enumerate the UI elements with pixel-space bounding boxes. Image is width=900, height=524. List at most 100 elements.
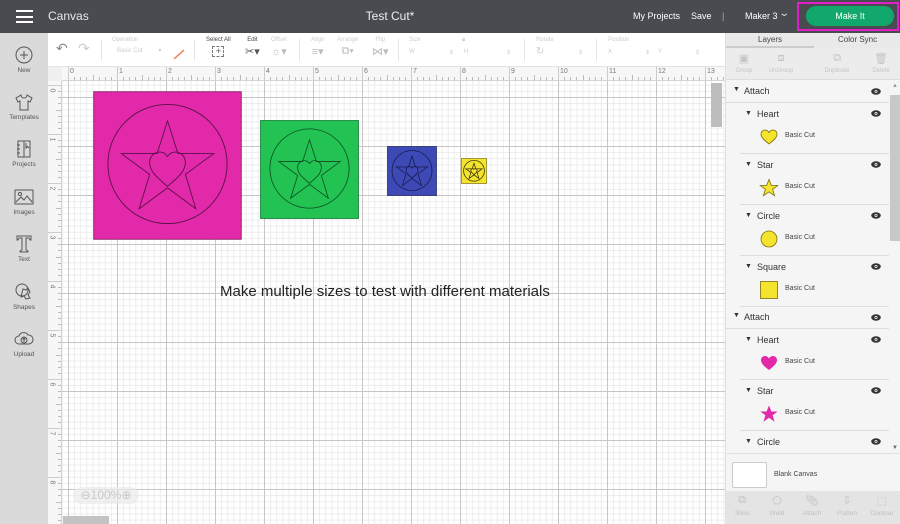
sidebar-item-projects[interactable]: Projects	[0, 138, 48, 168]
ruler-minor-tick	[521, 77, 523, 80]
rotate-control[interactable]: Rotate ↻ ⇕	[536, 37, 596, 57]
contour-button[interactable]: ⬚ Contour	[864, 494, 900, 517]
make-it-button[interactable]: Make It	[806, 6, 894, 26]
stepper-icon[interactable]: ⇕	[645, 49, 650, 56]
ruler-minor-tick	[58, 336, 61, 338]
align-button[interactable]: Align ≡▾	[311, 37, 324, 58]
zoom-in-button[interactable]: ⊕	[121, 488, 131, 502]
stepper-icon[interactable]: ⇕	[578, 49, 583, 56]
layer-group[interactable]: ▼ Attach	[726, 307, 889, 329]
ruler-minor-tick	[392, 77, 394, 80]
weld-button[interactable]: ⬠ Weld	[759, 494, 795, 517]
layers-scrollbar[interactable]	[890, 95, 900, 241]
caret-down-icon[interactable]: ▼	[745, 438, 752, 445]
edit-label: Edit	[247, 37, 258, 43]
stepper-icon[interactable]: ⇕	[506, 49, 511, 56]
eye-icon[interactable]	[871, 437, 881, 445]
caret-down-icon[interactable]: ▼	[745, 212, 752, 219]
select-all-button[interactable]: Select All +	[206, 37, 231, 57]
arrange-button[interactable]: Arrange ⧉▾	[337, 37, 358, 58]
operation-value: Basic Cut	[117, 48, 143, 54]
layer-item[interactable]: ▼ Star Basic Cut	[740, 154, 889, 205]
ruler-minor-tick	[58, 97, 61, 99]
eye-icon[interactable]	[871, 87, 881, 95]
design-large[interactable]	[93, 91, 242, 240]
caret-down-icon[interactable]: ▼	[745, 110, 752, 117]
my-projects-link[interactable]: My Projects	[633, 11, 680, 21]
flip-button[interactable]: Flip ⋈▾	[372, 37, 389, 58]
delete-button[interactable]: 🗑︎ Delete	[861, 52, 900, 74]
caret-down-icon[interactable]: ▼	[733, 312, 740, 319]
tab-layers[interactable]: Layers	[758, 35, 782, 44]
ruler-minor-tick	[58, 489, 61, 491]
eye-icon[interactable]	[871, 211, 881, 219]
save-button[interactable]: Save	[691, 11, 712, 21]
offset-button[interactable]: Offset ☼▾	[271, 37, 287, 58]
pen-color-icon[interactable]	[172, 48, 186, 60]
lock-icon[interactable]: 🔒︎	[462, 37, 465, 44]
layer-item[interactable]: ▼ Circle Basic Cut	[740, 205, 889, 256]
sidebar-item-text[interactable]: Text	[0, 233, 48, 263]
design-medium[interactable]	[260, 120, 359, 219]
design-canvas[interactable]: Make multiple sizes to test with differe…	[62, 81, 725, 524]
layer-item[interactable]: ▼ Square Basic Cut	[740, 256, 889, 307]
redo-button[interactable]: ↷	[78, 40, 90, 57]
undo-button[interactable]: ↶	[56, 40, 68, 57]
layer-group[interactable]: ▼ Attach	[726, 81, 889, 103]
layer-item[interactable]: ▼ Heart Basic Cut	[740, 103, 889, 154]
sidebar-label: Templates	[9, 114, 39, 121]
duplicate-button[interactable]: ⧉ Duplicate	[817, 52, 857, 74]
eye-icon[interactable]	[871, 386, 881, 394]
caret-down-icon[interactable]: ▼	[745, 336, 752, 343]
caret-down-icon[interactable]: ▼	[733, 86, 740, 93]
caret-down-icon[interactable]: ▼	[745, 161, 752, 168]
chevron-down-icon[interactable]: ⌄	[778, 8, 790, 19]
caret-down-icon[interactable]: ▼	[745, 387, 752, 394]
ruler-minor-tick	[288, 75, 290, 80]
layer-name: Star	[757, 386, 774, 396]
scroll-up-arrow-icon[interactable]: ▲	[892, 83, 898, 89]
stepper-icon[interactable]: ⇕	[449, 49, 454, 56]
ruler-corner	[48, 67, 62, 81]
ungroup-button[interactable]: ⧈ UnGroup	[761, 52, 801, 74]
tab-color-sync[interactable]: Color Sync	[838, 35, 877, 44]
flatten-button[interactable]: ⇩ Flatten	[829, 494, 865, 517]
ruler-tick-label: 6	[364, 68, 368, 75]
y-field[interactable]: Y	[658, 49, 662, 55]
sidebar-item-upload[interactable]: Upload	[0, 328, 48, 358]
height-field[interactable]: H	[464, 49, 468, 55]
zoom-out-button[interactable]: ⊖	[81, 488, 91, 502]
slice-button[interactable]: ⧉ Slice	[724, 494, 760, 517]
sidebar-item-shapes[interactable]: Shapes	[0, 281, 48, 311]
attach-button[interactable]: 📎︎ Attach	[794, 494, 830, 517]
layer-item[interactable]: ▼ Heart Basic Cut	[740, 329, 889, 380]
stepper-icon[interactable]: ⇕	[695, 49, 700, 56]
eye-icon[interactable]	[871, 262, 881, 270]
machine-selector[interactable]: Maker 3	[745, 11, 778, 21]
width-field[interactable]: W	[409, 49, 415, 55]
caret-down-icon[interactable]: ▼	[745, 263, 752, 270]
eye-icon[interactable]	[871, 335, 881, 343]
ruler-minor-tick	[276, 77, 278, 80]
design-small[interactable]	[387, 146, 437, 196]
ruler-minor-tick	[58, 446, 61, 448]
edit-button[interactable]: Edit ✂▾	[245, 37, 260, 58]
eye-icon[interactable]	[871, 313, 881, 321]
group-button[interactable]: ▣ Group	[724, 52, 764, 74]
sidebar-item-templates[interactable]: Templates	[0, 91, 48, 121]
design-tiny[interactable]	[461, 158, 487, 184]
canvas-horizontal-scrollbar[interactable]	[63, 516, 109, 524]
sidebar-item-new[interactable]: New	[0, 44, 48, 74]
sidebar-item-images[interactable]: Images	[0, 186, 48, 216]
ruler-major-tick	[411, 67, 412, 80]
blank-canvas-row[interactable]: Blank Canvas	[726, 453, 900, 491]
eye-icon[interactable]	[871, 160, 881, 168]
ruler-minor-tick	[58, 189, 61, 191]
eye-icon[interactable]	[871, 109, 881, 117]
operation-select[interactable]: Operation Basic Cut ▾	[112, 37, 161, 54]
x-field[interactable]: X	[608, 49, 612, 55]
blank-canvas-swatch[interactable]	[732, 462, 767, 488]
scroll-down-arrow-icon[interactable]: ▼	[892, 445, 898, 451]
canvas-vertical-scrollbar[interactable]	[711, 83, 722, 127]
layer-item[interactable]: ▼ Star Basic Cut	[740, 380, 889, 431]
